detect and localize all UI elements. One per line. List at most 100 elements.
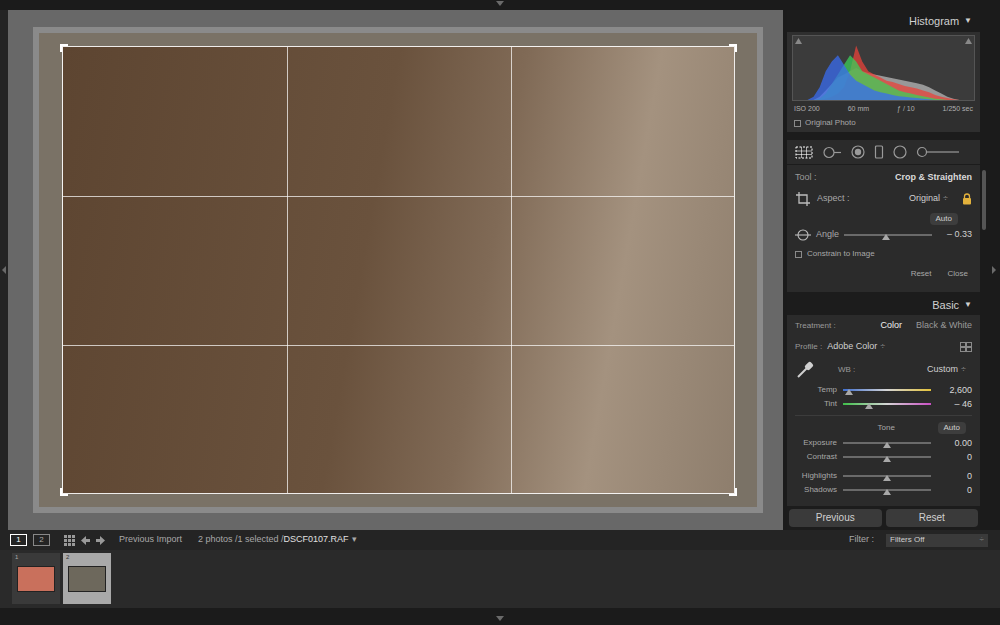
wb-value[interactable]: Custom (927, 363, 958, 377)
crop-handle[interactable] (60, 44, 68, 52)
scrollbar-thumb[interactable] (982, 170, 986, 230)
collapse-bottom-icon[interactable] (495, 616, 505, 622)
treatment-option[interactable]: Color (880, 319, 902, 333)
file-path[interactable]: 2 photos /1 selected /DSCF0107.RAF▾ (198, 533, 357, 547)
slider-track[interactable] (843, 439, 931, 448)
scrollbar[interactable] (980, 10, 988, 530)
crop-frame[interactable] (62, 46, 735, 494)
profile-value[interactable]: Adobe Color (827, 340, 877, 354)
workspace: Histogram▼ISO 20060 mmƒ / 101/250 secOri… (0, 10, 1000, 530)
cell-number: 1 (15, 554, 18, 560)
crop-handle[interactable] (60, 488, 68, 496)
slider-fill (843, 453, 887, 462)
dropdown-arrow[interactable]: ▾ (352, 533, 357, 547)
profile-dropdown[interactable]: Adobe Color÷ (827, 340, 885, 354)
tone-row: ToneAuto (795, 420, 972, 436)
reset-button[interactable]: Reset (886, 509, 979, 527)
slider-value[interactable]: 0 (967, 453, 972, 462)
filmstrip: 12 (0, 550, 1000, 608)
graduated-tool-icon[interactable] (874, 145, 884, 159)
redeye-tool-icon[interactable] (851, 145, 865, 159)
view-button[interactable]: 2 (33, 534, 50, 546)
slider-value[interactable]: – 0.33 (947, 228, 972, 242)
original-photo-row[interactable]: Original Photo (792, 116, 975, 130)
histogram-panel: ISO 20060 mmƒ / 101/250 secOriginal Phot… (787, 32, 980, 132)
grid-view-icon[interactable] (64, 535, 75, 546)
slider-thumb-icon[interactable] (845, 389, 853, 395)
collapse-top-icon[interactable] (495, 1, 505, 7)
slider-value[interactable]: – 46 (954, 400, 972, 409)
panel-header[interactable]: Basic▼ (787, 295, 980, 315)
back-arrow-icon[interactable] (81, 536, 90, 545)
collapse-left-icon[interactable] (1, 265, 7, 275)
wb-dropdown[interactable]: Custom÷ (927, 363, 972, 377)
slider-thumb-icon[interactable] (883, 442, 891, 448)
dropdown-arrow[interactable]: ÷ (880, 340, 885, 354)
slider-thumb-icon[interactable] (882, 234, 890, 240)
previous-button[interactable]: Previous (789, 509, 882, 527)
slider-thumb-icon[interactable] (883, 456, 891, 462)
separator (795, 415, 972, 416)
section-label: Tone (795, 422, 938, 434)
slider-track[interactable] (843, 400, 931, 409)
collapse-right-icon[interactable] (991, 265, 997, 275)
auto-button[interactable]: Auto (938, 422, 966, 434)
straighten-icon[interactable] (795, 229, 811, 241)
auto-button[interactable]: Auto (930, 213, 958, 225)
panel-header[interactable]: Histogram▼ (787, 10, 980, 32)
treatment-option[interactable]: Black & White (916, 319, 972, 333)
slider-line (843, 389, 931, 391)
crop-handle[interactable] (729, 44, 737, 52)
slider-row: Contrast0 (795, 450, 972, 464)
slider-row: Highlights0 (795, 469, 972, 483)
source-label[interactable]: Previous Import (119, 533, 182, 547)
lock-icon[interactable] (962, 193, 972, 205)
dropdown-arrow[interactable]: ÷ (961, 363, 966, 377)
close-button[interactable]: Close (948, 268, 968, 280)
slider-value[interactable]: 0.00 (954, 439, 972, 448)
profile-browser-icon[interactable] (960, 342, 972, 352)
slider-thumb-icon[interactable] (865, 403, 873, 409)
crop-handle[interactable] (729, 488, 737, 496)
filter-dropdown[interactable]: Filters Off ÷ (886, 534, 988, 547)
collapse-toggle[interactable]: ▼ (964, 15, 972, 27)
dropdown-arrow[interactable]: ÷ (943, 192, 948, 206)
filmstrip-cell[interactable]: 2 (63, 553, 111, 604)
histogram (792, 35, 975, 101)
constrain-row[interactable]: Constrain to Image (795, 244, 972, 264)
collapse-toggle[interactable]: ▼ (964, 299, 972, 311)
slider-thumb-icon[interactable] (883, 489, 891, 495)
dropdown-arrow[interactable]: ÷ (980, 536, 984, 544)
radial-tool-icon[interactable] (893, 145, 907, 159)
thumbnail[interactable] (17, 566, 55, 592)
slider-track[interactable] (843, 486, 931, 495)
slider-track[interactable] (844, 231, 932, 240)
highlight-clipping-icon[interactable] (965, 38, 972, 44)
slider-thumb-icon[interactable] (883, 475, 891, 481)
brush-tool-icon[interactable] (916, 146, 960, 158)
filter-value[interactable]: Filters Off (890, 536, 925, 544)
shadow-clipping-icon[interactable] (795, 38, 802, 44)
slider-value[interactable]: 2,600 (949, 386, 972, 395)
slider-value[interactable]: 0 (967, 486, 972, 495)
crop-overlay-icon[interactable] (795, 191, 811, 207)
reset-button[interactable]: Reset (911, 268, 932, 280)
view-button[interactable]: 1 (10, 534, 27, 546)
crop-tool-icon[interactable] (795, 146, 813, 159)
slider-track[interactable] (843, 386, 931, 395)
tool-row: Tool :Crop & Straighten (795, 169, 972, 187)
forward-arrow-icon[interactable] (96, 536, 105, 545)
photo[interactable] (33, 27, 763, 513)
checkbox[interactable] (795, 251, 802, 258)
aspect-value[interactable]: Original (909, 192, 940, 206)
slider-track[interactable] (843, 453, 931, 462)
spot-tool-icon[interactable] (822, 146, 842, 159)
checkbox[interactable] (794, 120, 801, 127)
aspect-dropdown[interactable]: Original÷ (909, 192, 948, 206)
right-strip (988, 10, 1000, 530)
slider-value[interactable]: 0 (967, 472, 972, 481)
filmstrip-cell[interactable]: 1 (12, 553, 60, 604)
thumbnail[interactable] (68, 566, 106, 592)
eyedropper-icon[interactable] (795, 360, 815, 380)
slider-track[interactable] (843, 472, 931, 481)
